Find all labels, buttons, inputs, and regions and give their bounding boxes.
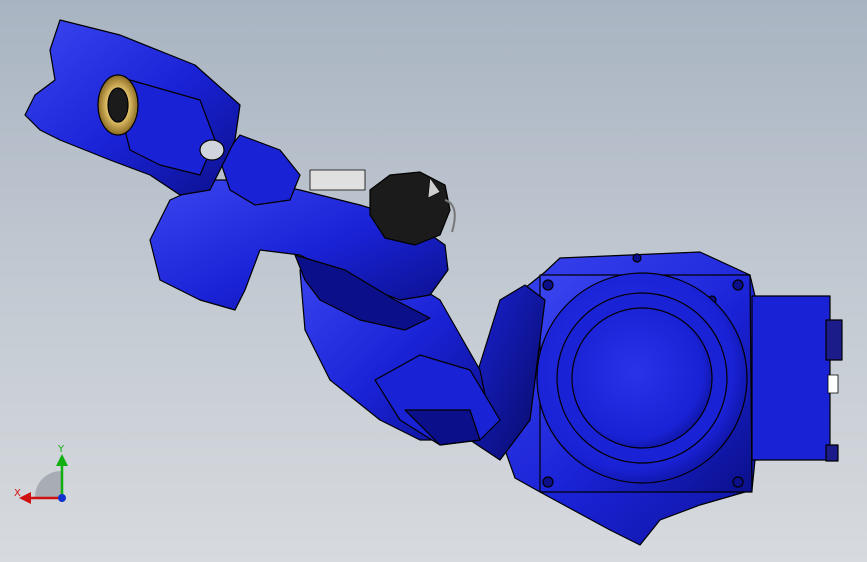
y-axis-label: Y — [57, 444, 65, 455]
3d-model-viewport[interactable]: Y X — [0, 0, 867, 562]
robot-arm-model[interactable] — [24, 19, 843, 546]
coordinate-triad: Y X — [14, 444, 68, 504]
base-rotation-disc — [536, 272, 748, 484]
x-axis-label: X — [14, 488, 21, 499]
forearm-wrist — [24, 19, 241, 196]
z-axis-dot — [58, 494, 66, 502]
